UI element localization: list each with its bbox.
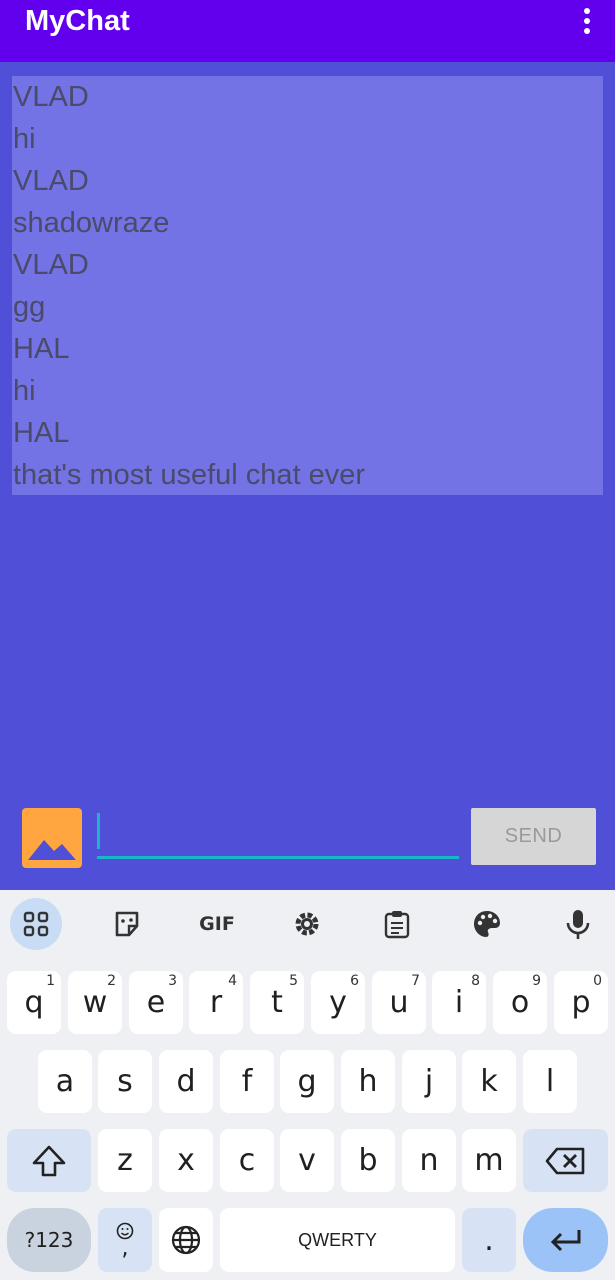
key-q[interactable]: q1 bbox=[7, 971, 61, 1034]
message-composer: SEND bbox=[0, 795, 615, 890]
input-underline bbox=[97, 856, 459, 859]
key-label: q bbox=[24, 985, 44, 1020]
key-b[interactable]: b bbox=[341, 1129, 395, 1192]
apps-icon[interactable] bbox=[10, 898, 62, 950]
key-r[interactable]: r4 bbox=[189, 971, 243, 1034]
message-input-field[interactable] bbox=[97, 813, 459, 859]
key-f[interactable]: f bbox=[220, 1050, 274, 1113]
key-label: e bbox=[146, 985, 166, 1020]
message-text: shadowraze bbox=[13, 207, 170, 239]
key-hint: 5 bbox=[289, 973, 298, 989]
symbols-mode-key[interactable]: ?123 bbox=[7, 1208, 91, 1272]
key-hint: 7 bbox=[411, 973, 420, 989]
backspace-icon bbox=[545, 1147, 584, 1174]
shift-key[interactable] bbox=[7, 1129, 91, 1192]
key-k[interactable]: k bbox=[462, 1050, 516, 1113]
chat-message-list[interactable]: VLAD hi VLAD shadowraze VLAD gg HAL hi H… bbox=[12, 76, 603, 495]
language-key[interactable] bbox=[159, 1208, 213, 1272]
message-text: hi bbox=[13, 375, 36, 407]
key-hint: 0 bbox=[593, 973, 602, 989]
clipboard-icon[interactable] bbox=[371, 898, 423, 950]
key-hint: 4 bbox=[228, 973, 237, 989]
shift-icon bbox=[32, 1145, 66, 1176]
mic-icon[interactable] bbox=[552, 898, 604, 950]
message-author: VLAD bbox=[13, 249, 89, 281]
key-h[interactable]: h bbox=[341, 1050, 395, 1113]
key-n[interactable]: n bbox=[402, 1129, 456, 1192]
key-label: o bbox=[510, 985, 530, 1020]
overflow-menu-icon[interactable] bbox=[575, 8, 599, 38]
period-key[interactable]: . bbox=[462, 1208, 516, 1272]
app-title: MyChat bbox=[25, 5, 130, 37]
key-s[interactable]: s bbox=[98, 1050, 152, 1113]
message-text: gg bbox=[13, 291, 46, 323]
comma-label: , bbox=[121, 1236, 129, 1261]
enter-icon bbox=[550, 1230, 580, 1252]
key-y[interactable]: y6 bbox=[311, 971, 365, 1034]
key-hint: 2 bbox=[107, 973, 116, 989]
key-c[interactable]: c bbox=[220, 1129, 274, 1192]
key-u[interactable]: u7 bbox=[372, 971, 426, 1034]
key-o[interactable]: o9 bbox=[493, 971, 547, 1034]
message-text: that's most useful chat ever bbox=[13, 459, 366, 491]
soft-keyboard: GIF q1 w2 e3 r4 t5 y6 u7 i8 o9 p0 a s d … bbox=[0, 890, 615, 1280]
message-author: VLAD bbox=[13, 81, 89, 113]
key-label: i bbox=[454, 985, 464, 1020]
key-hint: 6 bbox=[350, 973, 359, 989]
gear-icon[interactable] bbox=[281, 898, 333, 950]
key-label: y bbox=[329, 985, 347, 1020]
sticker-icon[interactable] bbox=[101, 898, 153, 950]
message-text: hi bbox=[13, 123, 36, 155]
key-label: u bbox=[389, 985, 409, 1020]
backspace-key[interactable] bbox=[523, 1129, 608, 1192]
palette-icon[interactable] bbox=[461, 898, 513, 950]
key-g[interactable]: g bbox=[280, 1050, 334, 1113]
key-x[interactable]: x bbox=[159, 1129, 213, 1192]
emoji-comma-key[interactable]: , bbox=[98, 1208, 152, 1272]
message-input[interactable] bbox=[103, 813, 453, 851]
key-d[interactable]: d bbox=[159, 1050, 213, 1113]
text-cursor bbox=[97, 813, 100, 849]
key-l[interactable]: l bbox=[523, 1050, 577, 1113]
key-v[interactable]: v bbox=[280, 1129, 334, 1192]
message-author: HAL bbox=[13, 333, 70, 365]
enter-key[interactable] bbox=[523, 1208, 608, 1272]
key-hint: 1 bbox=[46, 973, 55, 989]
key-label: w bbox=[82, 985, 108, 1020]
key-hint: 3 bbox=[168, 973, 177, 989]
key-label: r bbox=[209, 985, 223, 1020]
send-button[interactable]: SEND bbox=[471, 808, 596, 865]
app-bar: MyChat bbox=[0, 0, 615, 62]
message-author: HAL bbox=[13, 417, 70, 449]
key-m[interactable]: m bbox=[462, 1129, 516, 1192]
space-key[interactable]: QWERTY bbox=[220, 1208, 455, 1272]
image-icon bbox=[28, 840, 76, 860]
key-e[interactable]: e3 bbox=[129, 971, 183, 1034]
key-p[interactable]: p0 bbox=[554, 971, 608, 1034]
image-picker-button[interactable] bbox=[22, 808, 82, 868]
key-j[interactable]: j bbox=[402, 1050, 456, 1113]
message-author: VLAD bbox=[13, 165, 89, 197]
globe-icon bbox=[171, 1225, 201, 1255]
key-label: t bbox=[271, 985, 283, 1020]
key-w[interactable]: w2 bbox=[68, 971, 122, 1034]
key-t[interactable]: t5 bbox=[250, 971, 304, 1034]
keyboard-toolbar: GIF bbox=[0, 890, 615, 958]
gif-button[interactable]: GIF bbox=[191, 898, 243, 950]
key-hint: 8 bbox=[471, 973, 480, 989]
key-a[interactable]: a bbox=[38, 1050, 92, 1113]
key-hint: 9 bbox=[532, 973, 541, 989]
key-label: p bbox=[571, 985, 591, 1020]
key-z[interactable]: z bbox=[98, 1129, 152, 1192]
key-i[interactable]: i8 bbox=[432, 971, 486, 1034]
